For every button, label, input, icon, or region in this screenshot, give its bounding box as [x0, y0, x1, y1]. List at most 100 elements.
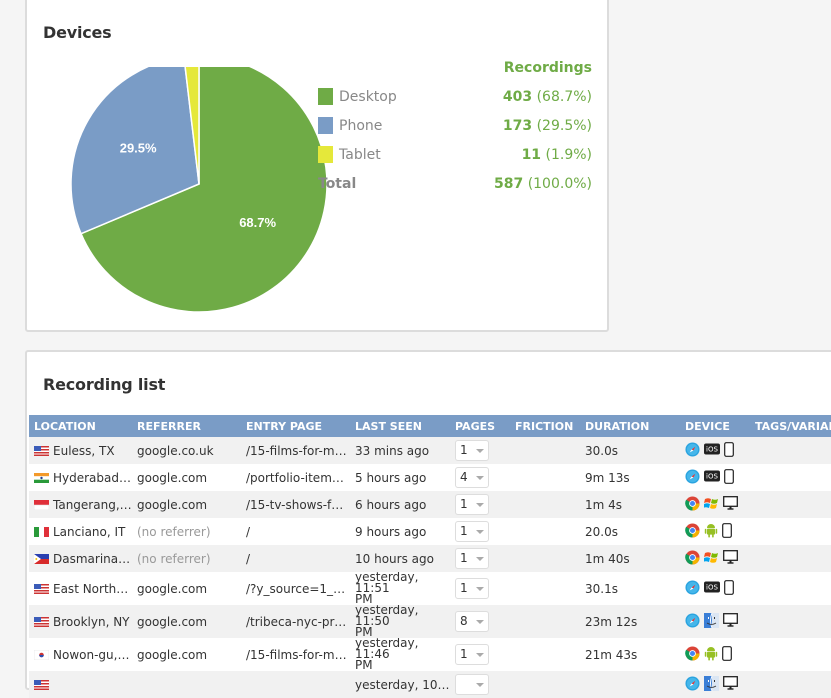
devices-legend: Recordings Desktop 403 (68.7%) Phone 173…: [318, 54, 592, 199]
tags-cell: [750, 605, 831, 638]
last-seen-cell: 10 hours ago: [350, 545, 450, 572]
flag-us-icon: [34, 583, 49, 594]
friction-cell: [510, 491, 580, 518]
pages-value: 1: [460, 497, 468, 511]
pages-value: 1: [460, 647, 468, 661]
safari-browser-icon: [685, 675, 700, 694]
referrer-cell: google.com: [132, 572, 241, 605]
entry-page-text: /15-films-for-mo: [246, 443, 342, 458]
pages-dropdown[interactable]: 1: [455, 521, 489, 542]
flag-us-icon: [34, 445, 49, 456]
column-header-pages[interactable]: PAGES: [450, 415, 510, 437]
safari-browser-icon: [685, 441, 700, 460]
entry-page-cell[interactable]: /tribeca-nyc-pro…: [241, 605, 350, 638]
table-row[interactable]: Euless, TX google.co.uk/15-films-for-mo… 3…: [29, 437, 831, 464]
pages-dropdown[interactable]: [455, 674, 489, 695]
column-header-friction[interactable]: FRICTION: [510, 415, 580, 437]
last-seen-text: 33 mins ago: [355, 443, 430, 458]
referrer-text: google.com: [137, 647, 208, 662]
referrer-cell: (no referrer): [132, 518, 241, 545]
entry-page-cell[interactable]: /: [241, 545, 350, 572]
legend-pct: (1.9%): [545, 147, 593, 163]
table-row[interactable]: East Northp… google.com /?y_source=1_Mj…ye…: [29, 572, 831, 605]
flag-in-icon: [34, 472, 49, 483]
legend-row-desktop: Desktop 403 (68.7%): [318, 83, 592, 112]
friction-cell: [510, 545, 580, 572]
legend-count: 173: [502, 118, 533, 134]
referrer-cell: google.com: [132, 638, 241, 671]
device-cell: [680, 518, 750, 545]
svg-text:iOS: iOS: [706, 473, 718, 481]
device-cell: [680, 605, 750, 638]
phone-device-icon: [724, 579, 734, 598]
phone-device-icon: [724, 468, 734, 487]
column-header-tags-variab[interactable]: TAGS/VARIAB: [750, 415, 831, 437]
entry-page-text: /: [246, 551, 251, 566]
entry-page-cell[interactable]: [241, 671, 350, 698]
location-cell: Hyderabad, …: [29, 464, 132, 491]
table-row[interactable]: Hyderabad, … google.com/portfolio-items… 5…: [29, 464, 831, 491]
flag-ph-icon: [34, 553, 49, 564]
legend-count: 11: [521, 147, 542, 163]
location-cell: Euless, TX: [29, 437, 132, 464]
chevron-down-icon: [476, 620, 484, 624]
flag-it-icon: [34, 526, 49, 537]
referrer-text: (no referrer): [137, 551, 211, 566]
pages-dropdown[interactable]: 4: [455, 467, 489, 488]
pie-label-desktop: 68.7%: [239, 215, 276, 230]
legend-swatch-desktop: [318, 87, 333, 105]
svg-text:iOS: iOS: [706, 446, 718, 454]
legend-total-pct: (100.0%): [527, 176, 592, 192]
table-row[interactable]: Brooklyn, NY google.com/tribeca-nyc-pro…y…: [29, 605, 831, 638]
pages-cell: 8: [450, 605, 510, 638]
tags-cell: [750, 545, 831, 572]
entry-page-text: /15-films-for-mo: [246, 647, 342, 662]
table-row[interactable]: Nowon-gu, KR google.com/15-films-for-mo…y…: [29, 638, 831, 671]
table-row[interactable]: Lanciano, IT (no referrer) / 9 hours ago 1 20…: [29, 518, 831, 545]
entry-page-cell[interactable]: /15-films-for-mo…: [241, 638, 350, 671]
pages-dropdown[interactable]: 1: [455, 440, 489, 461]
table-row[interactable]: yesterday, 10:43: [29, 671, 831, 698]
flag-kr-icon: [33, 649, 50, 661]
tags-cell: [750, 671, 831, 698]
last-seen-cell: 6 hours ago: [350, 491, 450, 518]
table-row[interactable]: Tangerang, ID google.com/15-tv-shows-for……: [29, 491, 831, 518]
column-header-last-seen[interactable]: LAST SEEN: [350, 415, 450, 437]
column-header-duration[interactable]: DURATION: [580, 415, 680, 437]
entry-page-cell[interactable]: /15-tv-shows-for…: [241, 491, 350, 518]
location-cell: Dasmarinas…: [29, 545, 132, 572]
column-header-location[interactable]: LOCATION: [29, 415, 132, 437]
pages-cell: 1: [450, 572, 510, 605]
desktop-device-icon: [723, 496, 738, 513]
entry-page-cell[interactable]: /15-films-for-mo…: [241, 437, 350, 464]
pages-dropdown[interactable]: 8: [455, 611, 489, 632]
legend-row-total: Total 587 (100.0%): [318, 170, 592, 199]
windows-os-icon: [703, 550, 719, 568]
column-header-referrer[interactable]: REFERRER: [132, 415, 241, 437]
pages-dropdown[interactable]: 1: [455, 644, 489, 665]
safari-browser-icon: [685, 579, 700, 598]
entry-page-cell[interactable]: /: [241, 518, 350, 545]
location-cell: Brooklyn, NY: [29, 605, 132, 638]
table-row[interactable]: Dasmarinas… (no referrer) / 10 hours ago 1 1m…: [29, 545, 831, 572]
phone-device-icon: [724, 441, 734, 460]
entry-page-cell[interactable]: /portfolio-items…: [241, 464, 350, 491]
entry-page-cell[interactable]: /?y_source=1_Mj…: [241, 572, 350, 605]
last-seen-cell: yesterday, 11:51 PM: [350, 572, 450, 605]
pages-cell: 1: [450, 518, 510, 545]
devices-pie-chart: 68.7% 29.5%: [70, 67, 328, 313]
chrome-browser-icon: [685, 645, 700, 664]
pages-dropdown[interactable]: 1: [455, 578, 489, 599]
pages-dropdown[interactable]: 1: [455, 494, 489, 515]
legend-swatch-tablet: [318, 145, 333, 163]
device-cell: [680, 545, 750, 572]
location-text: Tangerang, ID: [53, 497, 132, 512]
ios-os-icon: iOS: [704, 581, 720, 596]
column-header-device[interactable]: DEVICE: [680, 415, 750, 437]
mac-os-icon: [704, 612, 719, 631]
entry-page-text: /portfolio-items: [246, 470, 339, 485]
pages-dropdown[interactable]: 1: [455, 548, 489, 569]
desktop-device-icon: [723, 676, 738, 693]
referrer-text: google.com: [137, 497, 208, 512]
column-header-entry-page[interactable]: ENTRY PAGE: [241, 415, 350, 437]
